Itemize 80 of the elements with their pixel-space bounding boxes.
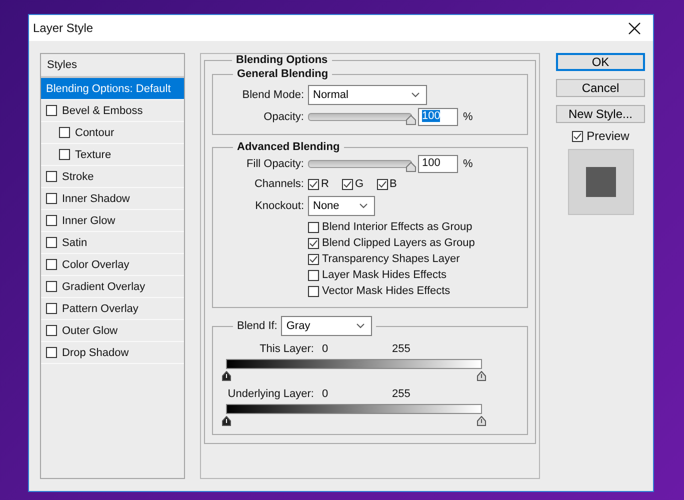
style-item[interactable]: Inner Glow xyxy=(41,210,184,232)
checkbox[interactable] xyxy=(308,238,319,248)
blend-if-label: Blend If: xyxy=(237,320,278,332)
checkbox[interactable] xyxy=(308,178,319,190)
style-item[interactable]: Color Overlay xyxy=(41,254,184,276)
checkbox[interactable] xyxy=(46,193,57,204)
value-field[interactable]: 100 xyxy=(418,108,458,126)
option-label: Vector Mask Hides Effects xyxy=(322,285,450,297)
caret-icon xyxy=(411,92,420,98)
caret-icon xyxy=(356,323,366,329)
style-item[interactable]: Outer Glow xyxy=(41,320,184,342)
style-item[interactable]: Satin xyxy=(41,232,184,254)
channels-label: Channels: xyxy=(253,178,305,190)
unit-label: % xyxy=(463,158,473,170)
dialog-button[interactable]: OK xyxy=(556,53,645,71)
blend-if-dropdown[interactable]: Gray xyxy=(281,316,372,336)
slider-label: Fill Opacity: xyxy=(246,158,305,170)
ramp-label: Underlying Layer: xyxy=(226,388,315,400)
ramp-label: This Layer: xyxy=(258,343,315,355)
checkbox[interactable] xyxy=(572,130,583,142)
checkbox[interactable] xyxy=(46,215,57,226)
dialog-button[interactable]: New Style... xyxy=(556,105,645,123)
checkbox[interactable] xyxy=(46,237,57,248)
blend-mode-dropdown[interactable]: Normal xyxy=(308,85,427,105)
checkbox[interactable] xyxy=(59,149,70,160)
style-item[interactable]: Drop Shadow xyxy=(41,342,184,364)
option-label: Blend Interior Effects as Group xyxy=(322,221,472,233)
style-item[interactable]: Inner Shadow xyxy=(41,188,184,210)
dialog-button[interactable]: Cancel xyxy=(556,79,645,97)
low-slider-handle[interactable] xyxy=(222,371,231,381)
checkbox[interactable] xyxy=(59,127,70,138)
checkbox[interactable] xyxy=(46,171,57,182)
checkbox[interactable] xyxy=(46,105,57,116)
slider-label: Opacity: xyxy=(262,111,305,123)
style-item[interactable]: Bevel & Emboss xyxy=(41,100,184,122)
style-item[interactable]: Gradient Overlay xyxy=(41,276,184,298)
checkbox[interactable] xyxy=(46,325,57,336)
option-label: Transparency Shapes Layer xyxy=(322,253,460,265)
style-item[interactable]: Contour xyxy=(41,122,184,144)
checkbox[interactable] xyxy=(308,222,319,232)
value-field[interactable]: 100 xyxy=(418,155,458,173)
channel-label: R xyxy=(321,178,329,190)
checkbox[interactable] xyxy=(342,178,353,190)
checkbox[interactable] xyxy=(308,254,319,264)
group-title: General Blending xyxy=(236,68,330,80)
low-value: 0 xyxy=(321,343,330,355)
group-title: Advanced Blending xyxy=(236,141,341,153)
knockout-label: Knockout: xyxy=(254,200,305,212)
checkbox[interactable] xyxy=(46,281,57,292)
blend-mode-label: Blend Mode: xyxy=(241,89,305,101)
high-value: 255 xyxy=(392,388,410,400)
checkbox[interactable] xyxy=(376,178,388,190)
high-slider-handle[interactable] xyxy=(477,416,486,426)
group-title: Blending Options xyxy=(235,54,329,66)
caret-icon xyxy=(359,203,368,209)
unit-label: % xyxy=(463,111,473,123)
high-value: 255 xyxy=(392,343,410,355)
channel-label: G xyxy=(354,178,364,190)
option-label: Blend Clipped Layers as Group xyxy=(322,237,475,249)
checkbox[interactable] xyxy=(308,270,319,280)
low-slider-handle[interactable] xyxy=(222,416,231,426)
low-value: 0 xyxy=(321,388,330,400)
high-slider-handle[interactable] xyxy=(477,371,486,381)
close-icon xyxy=(628,22,640,34)
knockout-dropdown[interactable]: None xyxy=(308,196,375,216)
style-item[interactable]: Stroke xyxy=(41,166,184,188)
style-item[interactable]: Pattern Overlay xyxy=(41,298,184,320)
channel-label: B xyxy=(390,178,397,190)
window-title: Layer Style xyxy=(33,21,94,35)
slider-thumb[interactable] xyxy=(406,115,416,125)
option-label: Layer Mask Hides Effects xyxy=(322,269,447,281)
checkbox[interactable] xyxy=(308,286,319,296)
checkbox[interactable] xyxy=(46,259,57,270)
style-item[interactable]: Blending Options: Default xyxy=(41,78,184,100)
checkbox[interactable] xyxy=(46,347,57,358)
preview-square xyxy=(586,167,616,197)
slider-thumb[interactable] xyxy=(406,162,416,172)
style-item[interactable]: Texture xyxy=(41,144,184,166)
checkbox[interactable] xyxy=(46,303,57,314)
preview-label: Preview xyxy=(586,129,630,143)
